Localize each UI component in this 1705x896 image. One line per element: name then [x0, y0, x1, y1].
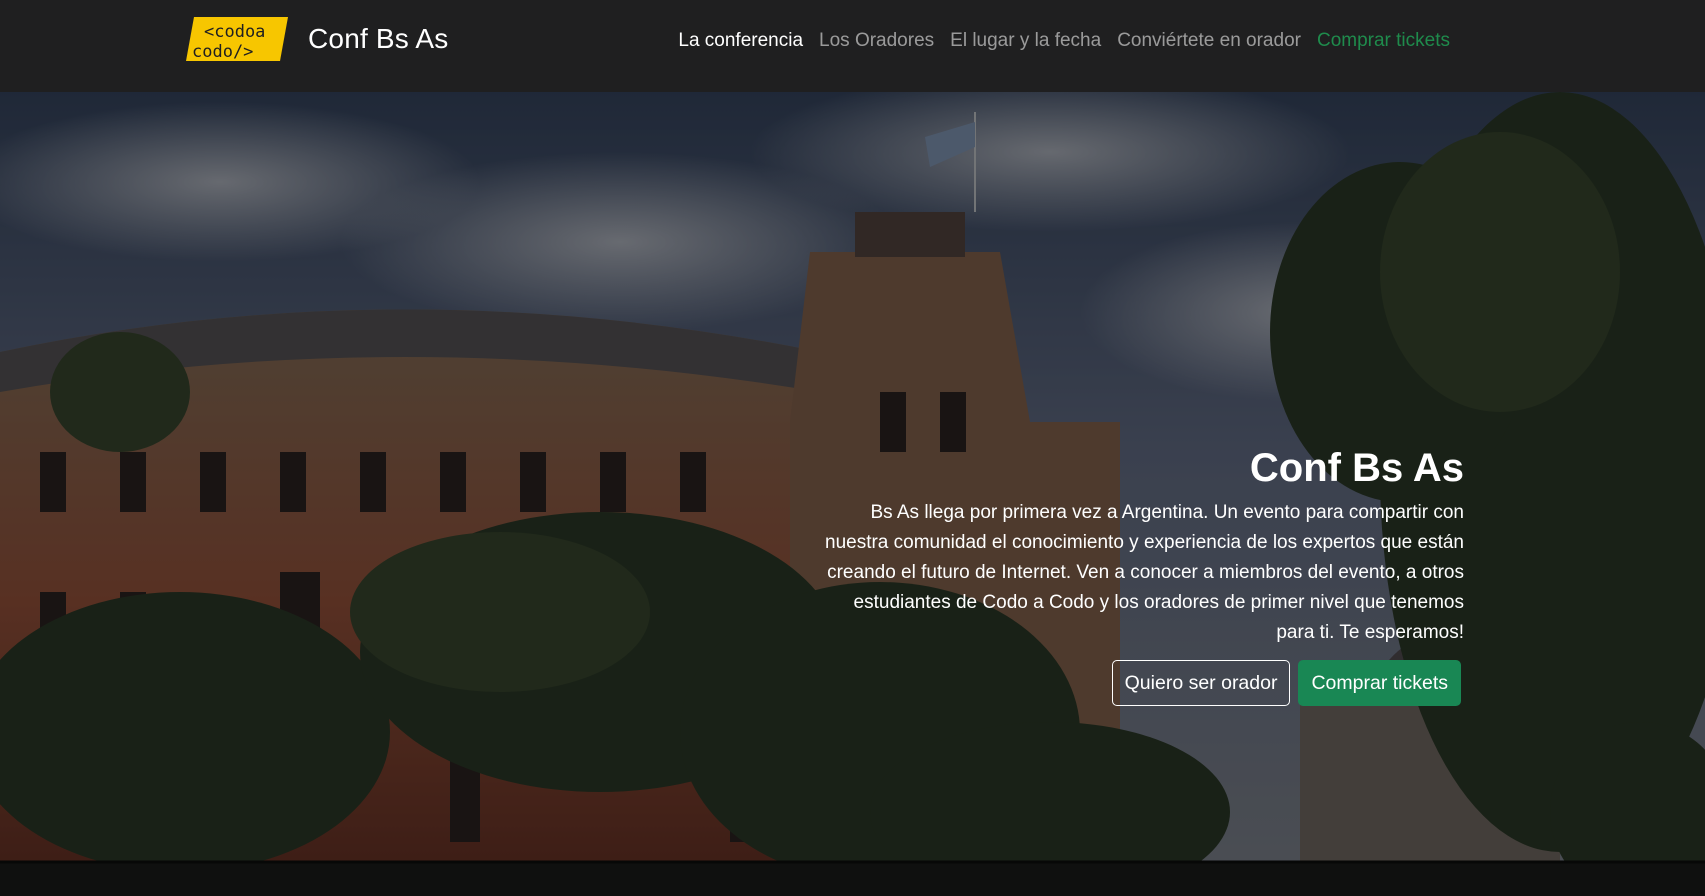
- nav-link-la-conferencia[interactable]: La conferencia: [670, 26, 811, 56]
- brand-name: Conf Bs As: [308, 23, 449, 54]
- nav-link-conviertete-orador[interactable]: Conviértete en orador: [1109, 26, 1309, 56]
- nav-link-comprar-tickets[interactable]: Comprar tickets: [1309, 26, 1458, 56]
- hero-content: Conf Bs As Bs As llega por primera vez a…: [824, 442, 1464, 706]
- hero-description: Bs As llega por primera vez a Argentina.…: [825, 502, 1464, 643]
- nav-menu: La conferencia Los Oradores El lugar y l…: [670, 26, 1458, 56]
- nav-link-los-oradores[interactable]: Los Oradores: [811, 26, 942, 56]
- logo-line1: <codoa: [204, 22, 265, 42]
- quiero-ser-orador-button[interactable]: Quiero ser orador: [1111, 660, 1291, 706]
- brand-home-link[interactable]: <codoa codo/> Conf Bs As: [186, 14, 449, 64]
- hero-section: Conf Bs As Bs As llega por primera vez a…: [0, 92, 1705, 896]
- codo-a-codo-logo: <codoa codo/>: [186, 15, 288, 63]
- nav-link-lugar-fecha[interactable]: El lugar y la fecha: [942, 26, 1109, 56]
- logo-line2: codo/>: [192, 42, 253, 62]
- comprar-tickets-button[interactable]: Comprar tickets: [1298, 660, 1461, 706]
- top-navbar: <codoa codo/> Conf Bs As La conferencia …: [0, 0, 1705, 92]
- hero-buttons: Quiero ser orador Comprar tickets: [824, 660, 1464, 706]
- hero-title: Conf Bs As: [1249, 446, 1464, 490]
